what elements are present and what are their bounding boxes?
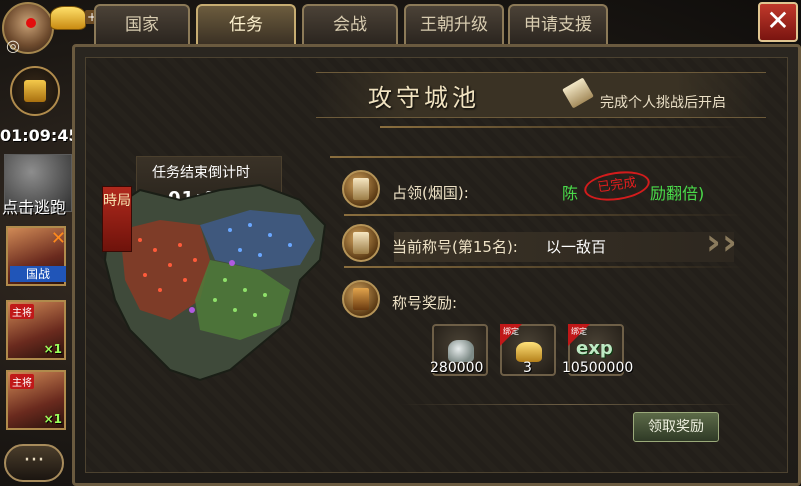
occupy-value-tail: 励翻倍) [650,184,705,203]
rank-icon [342,224,380,262]
reward-amount: 3 [523,360,532,376]
escape-label[interactable]: 点击逃跑 [2,194,66,218]
hero-tag: 主将 [10,374,34,389]
divider [344,214,744,216]
tab-dynasty-upgrade[interactable]: 王朝升级 [404,4,504,44]
notification-dot [26,18,36,28]
tab-battle[interactable]: 会战 [302,4,398,44]
war-label: 国战 [10,266,66,282]
close-button[interactable]: ✕ [758,2,798,42]
hero-count: ×1 [43,342,62,356]
chevron-right-icon[interactable]: › [706,222,721,263]
divider [380,126,740,128]
bound-badge-text: 绑定 [571,327,587,336]
tab-request-support[interactable]: 申请支援 [508,4,608,44]
rank-label: 当前称号(第15名): [392,238,518,256]
hero-slot-2[interactable]: 主将 ×1 [6,370,66,430]
rank-value: 以一敌百 [546,238,607,256]
crossed-swords-icon: ✕ [50,228,66,249]
chest-glyph [353,288,369,310]
national-war-hero[interactable]: ✕ 国战 [6,226,66,286]
gold-ingot-icon [516,342,542,362]
claim-reward-button[interactable]: 领取奖励 [633,412,719,442]
hero-tag: 主将 [10,304,34,319]
divider [344,266,744,268]
occupy-icon [342,170,380,208]
treasure-chest-icon [342,280,380,318]
tab-tasks[interactable]: 任务 [196,4,296,44]
page-title: 攻守城池 [368,84,480,112]
map-seal: 時局 [102,186,132,252]
hud-timer: 01:09:45 [0,126,80,145]
scroll-icon [353,232,369,254]
divider [330,156,750,158]
hero-count: ×1 [43,412,62,426]
unlock-note: 完成个人挑战后开启 [600,95,726,111]
chevron-right-icon[interactable]: › [722,222,737,263]
territory-map[interactable] [100,170,330,390]
reward-amount: 10500000 [562,360,634,376]
silver-icon [448,340,474,362]
divider [400,404,740,405]
tab-country[interactable]: 国家 [94,4,190,44]
occupy-value-head: 陈 [562,184,579,203]
hero-slot-1[interactable]: 主将 ×1 [6,300,66,360]
task-round-button[interactable] [10,66,60,116]
scroll-icon [353,178,369,200]
exp-icon: exp [576,338,613,359]
occupy-label: 占领(烟国): [392,184,469,202]
chat-button[interactable]: ··· [4,444,64,482]
reward-label: 称号奖励: [392,294,458,312]
bound-badge-text: 绑定 [503,327,519,336]
reward-amount: 280000 [430,360,484,376]
view-icon[interactable]: ◎ [6,36,36,55]
scroll-icon [24,80,46,102]
gold-ingot-icon [50,6,86,30]
